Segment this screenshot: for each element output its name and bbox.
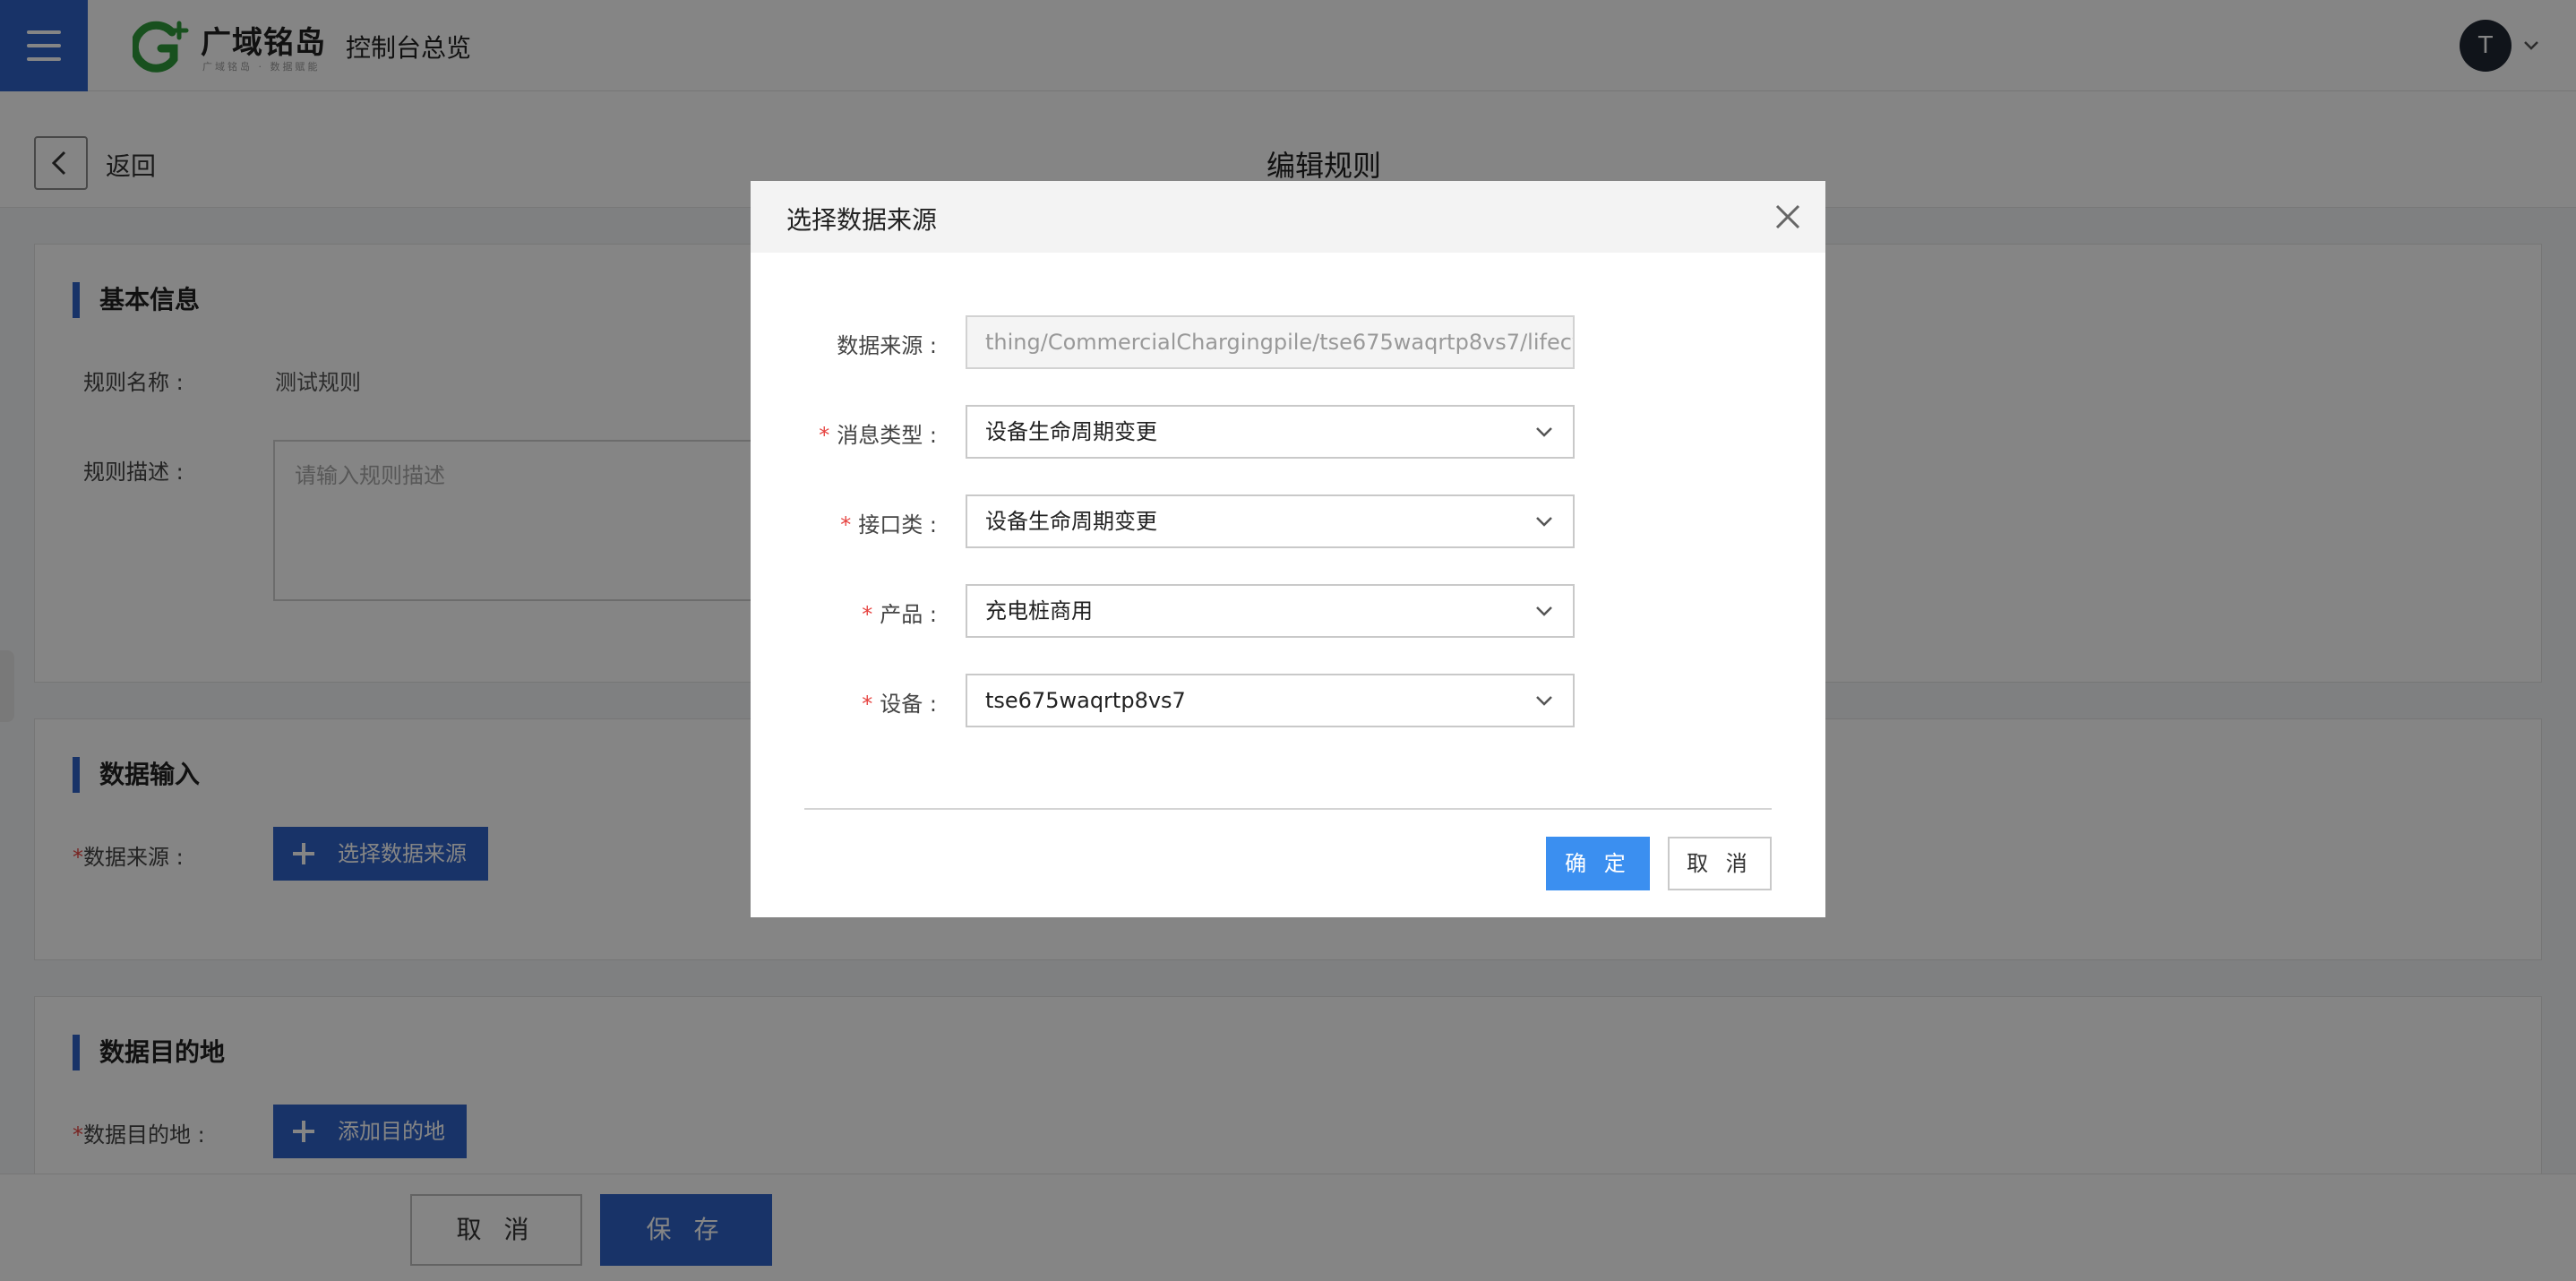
product-select[interactable]: 充电桩商用 xyxy=(966,584,1575,638)
dialog-title: 选择数据来源 xyxy=(786,205,938,235)
data-source-field[interactable]: thing/CommercialChargingpile/tse675waqrt… xyxy=(966,315,1575,369)
dialog-header: 选择数据来源 xyxy=(751,181,1825,253)
device-label: * 设备 : xyxy=(769,686,937,718)
interface-label: * 接口类 : xyxy=(769,507,937,538)
product-value: 充电桩商用 xyxy=(985,598,1093,623)
chevron-down-icon xyxy=(1536,427,1552,437)
chevron-down-icon xyxy=(1536,696,1552,706)
interface-select[interactable]: 设备生命周期变更 xyxy=(966,494,1575,548)
required-mark: * xyxy=(840,512,852,537)
select-data-source-dialog: 选择数据来源 数据来源 : thing/CommercialChargingpi… xyxy=(751,181,1825,917)
source-label: 数据来源 : xyxy=(837,333,937,358)
required-mark: * xyxy=(819,423,830,448)
close-icon[interactable] xyxy=(1772,201,1804,233)
message-type-label: * 消息类型 : xyxy=(769,417,937,449)
message-type-label-text: 消息类型 : xyxy=(837,423,937,448)
interface-label-text: 接口类 : xyxy=(858,512,937,537)
product-label: * 产品 : xyxy=(769,597,937,628)
device-select[interactable]: tse675waqrtp8vs7 xyxy=(966,674,1575,727)
required-mark: * xyxy=(862,692,873,717)
confirm-button[interactable]: 确 定 xyxy=(1546,837,1650,890)
message-type-value: 设备生命周期变更 xyxy=(985,419,1157,444)
message-type-select[interactable]: 设备生命周期变更 xyxy=(966,405,1575,459)
required-mark: * xyxy=(862,602,873,627)
chevron-down-icon xyxy=(1536,606,1552,616)
interface-value: 设备生命周期变更 xyxy=(985,509,1157,534)
device-label-text: 设备 : xyxy=(880,692,937,717)
product-label-text: 产品 : xyxy=(880,602,937,627)
dialog-divider xyxy=(804,808,1772,810)
dialog-cancel-button[interactable]: 取 消 xyxy=(1668,837,1772,890)
device-value: tse675waqrtp8vs7 xyxy=(985,688,1186,713)
chevron-down-icon xyxy=(1536,517,1552,527)
